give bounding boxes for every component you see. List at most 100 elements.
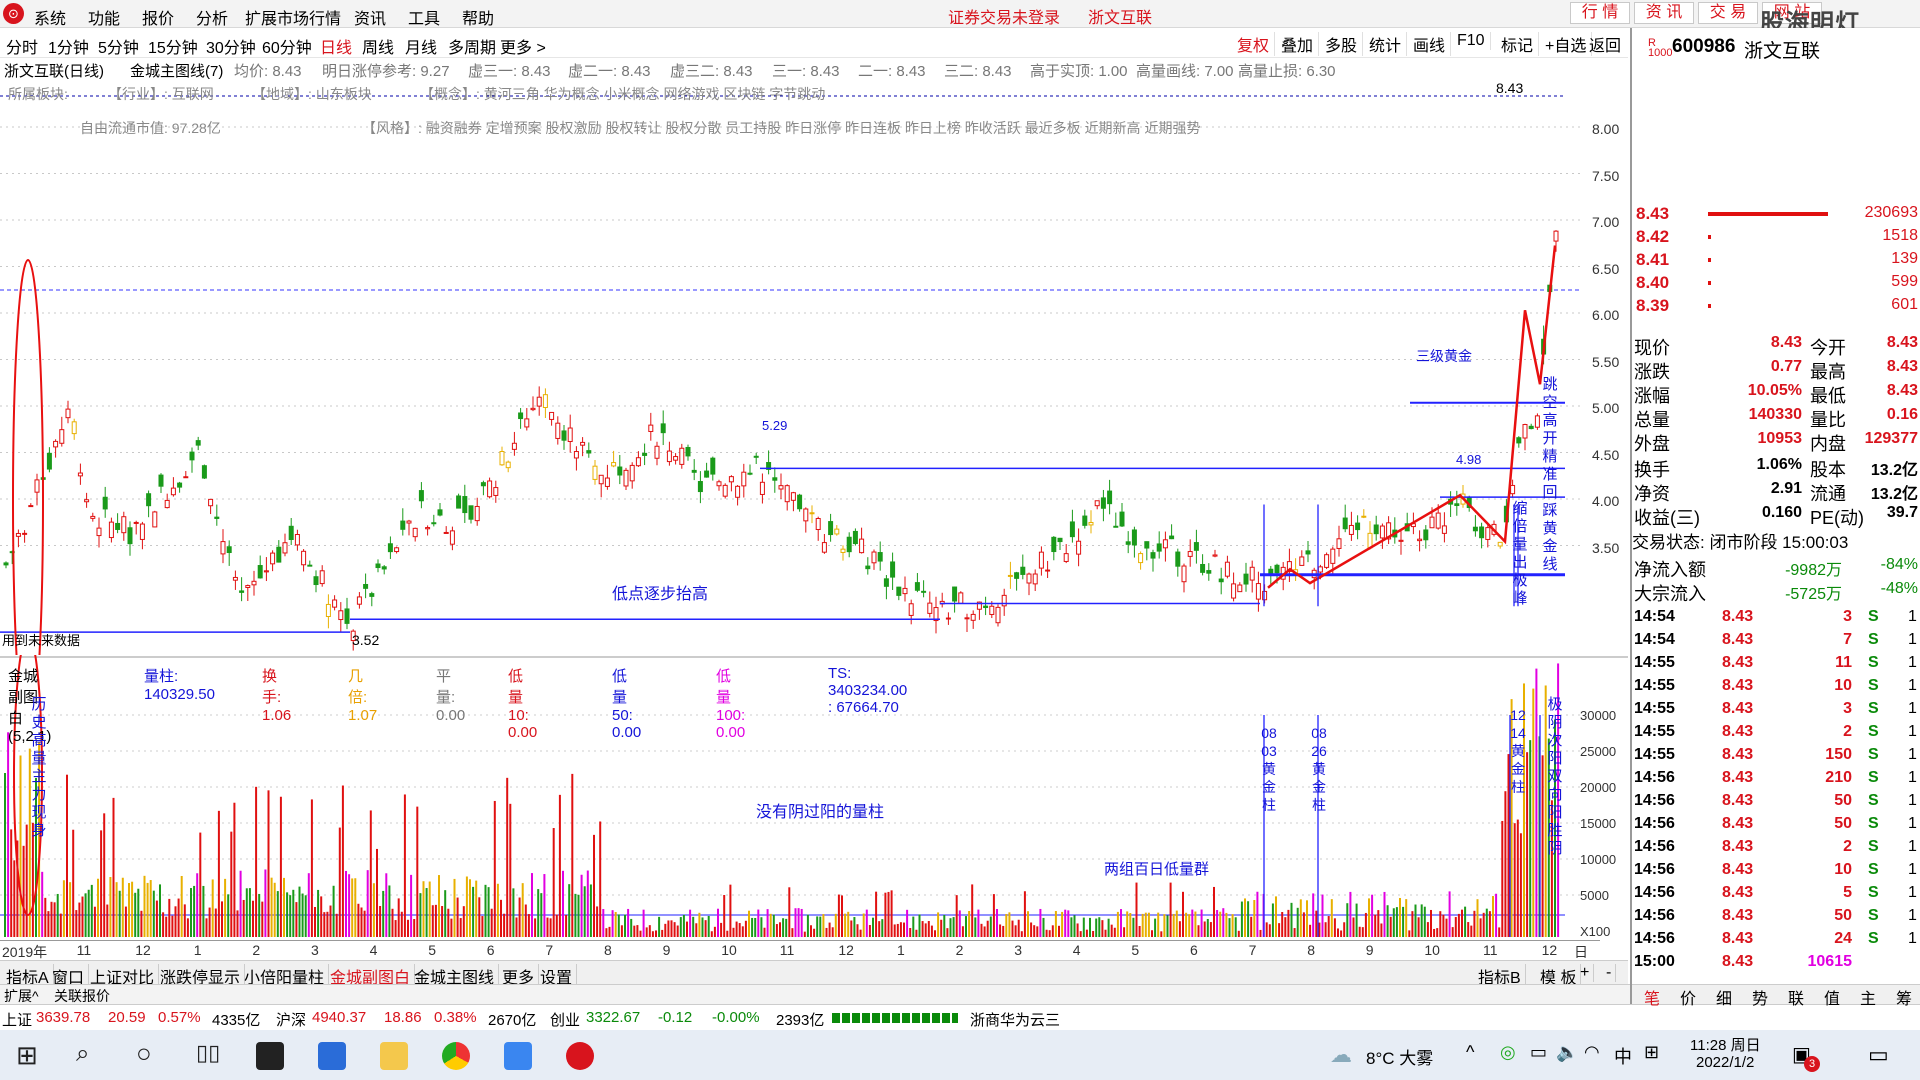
- quote-tab[interactable]: 主: [1860, 985, 1876, 1009]
- period-1min[interactable]: 1分钟: [48, 34, 89, 58]
- toolbar-stats[interactable]: 统计: [1364, 32, 1408, 56]
- candle-body: [214, 516, 220, 519]
- vol-tick: 30000: [1580, 708, 1617, 723]
- quote-tab[interactable]: 价: [1680, 985, 1696, 1009]
- menu-quote[interactable]: 报价: [142, 5, 174, 29]
- indicator-name[interactable]: 金城主图线(7): [130, 60, 223, 81]
- toolbar-f10[interactable]: F10: [1452, 32, 1491, 50]
- period-weekly[interactable]: 周线: [362, 34, 394, 58]
- file-explorer-icon[interactable]: [380, 1042, 408, 1070]
- main-kline-chart[interactable]: [0, 80, 1628, 655]
- menu-tools[interactable]: 工具: [408, 5, 440, 29]
- tick-count: 1: [1908, 884, 1917, 901]
- period-monthly[interactable]: 月线: [405, 34, 437, 58]
- volume-icon[interactable]: 🔈: [1556, 1042, 1578, 1063]
- tray-app-icon[interactable]: ◎: [1500, 1042, 1516, 1063]
- period-60min[interactable]: 60分钟: [262, 34, 312, 58]
- volume-bar: [323, 912, 326, 937]
- task-view-icon[interactable]: ▯▯: [196, 1040, 220, 1066]
- date-tick: 9: [1365, 942, 1374, 958]
- news-button[interactable]: 资 讯: [1634, 2, 1694, 24]
- stock-app-taskbar-icon[interactable]: [566, 1042, 594, 1070]
- candle-body: [1094, 500, 1100, 507]
- volume-bar: [899, 922, 902, 937]
- period-timeshare[interactable]: 分时: [6, 34, 38, 58]
- volume-bar: [524, 904, 527, 937]
- menu-extended[interactable]: 扩展市场行情: [245, 5, 341, 29]
- quote-tab[interactable]: 联: [1788, 985, 1804, 1009]
- volume-bar: [1340, 930, 1343, 937]
- candle-body: [1107, 490, 1113, 505]
- tray-battery-icon[interactable]: ▭: [1530, 1042, 1547, 1063]
- quote-tab[interactable]: 筹: [1896, 985, 1912, 1009]
- period-15min[interactable]: 15分钟: [148, 34, 198, 58]
- volume-bar: [131, 881, 134, 937]
- toolbar-overlay[interactable]: 叠加: [1276, 32, 1320, 56]
- browser-icon[interactable]: [442, 1042, 470, 1070]
- clock-time[interactable]: 11:28 周日: [1690, 1034, 1761, 1055]
- quote-tab[interactable]: 细: [1716, 985, 1732, 1009]
- volume-bar: [372, 883, 375, 937]
- hs-name[interactable]: 沪深: [276, 1009, 306, 1030]
- tray-chevron-icon[interactable]: ^: [1466, 1042, 1474, 1063]
- pinwheel-app-icon[interactable]: [256, 1042, 284, 1070]
- menu-analysis[interactable]: 分析: [196, 5, 228, 29]
- wifi-icon[interactable]: ◠: [1584, 1042, 1600, 1063]
- volume-bar: [22, 845, 25, 937]
- toolbar-draw[interactable]: 画线: [1408, 32, 1452, 56]
- quote-tab[interactable]: 笔: [1644, 985, 1660, 1009]
- menu-help[interactable]: 帮助: [462, 5, 494, 29]
- mail-app-icon[interactable]: [504, 1042, 532, 1070]
- volume-bar: [1228, 918, 1231, 937]
- expand-link[interactable]: 扩展^: [4, 986, 39, 1006]
- candle-body: [239, 590, 245, 593]
- volume-bar: [744, 920, 747, 937]
- weather-text[interactable]: 8°C 大雾: [1366, 1044, 1433, 1069]
- candle-body: [53, 440, 59, 448]
- toolbar-multi[interactable]: 多股: [1320, 32, 1364, 56]
- zoom-in-button[interactable]: +: [1576, 964, 1595, 982]
- menu-system[interactable]: 系统: [34, 5, 66, 29]
- clock-date[interactable]: 2022/1/2: [1696, 1054, 1754, 1071]
- windows-start-icon[interactable]: ⊞: [16, 1040, 38, 1071]
- trade-button[interactable]: 交 易: [1698, 2, 1758, 24]
- quote-tab[interactable]: 值: [1824, 985, 1840, 1009]
- period-daily[interactable]: 日线: [320, 34, 352, 58]
- zoom-out-button[interactable]: -: [1602, 964, 1617, 982]
- related-quote-link[interactable]: 关联报价: [54, 986, 110, 1006]
- date-tick: 8: [604, 942, 612, 958]
- quote-button[interactable]: 行 情: [1570, 2, 1630, 24]
- quote-tab[interactable]: 势: [1752, 985, 1768, 1009]
- app-logo-icon[interactable]: ⊙: [3, 3, 24, 24]
- cortana-icon[interactable]: ○: [136, 1038, 152, 1069]
- ime-indicator[interactable]: 中: [1614, 1043, 1632, 1069]
- candle-body: [1045, 569, 1051, 572]
- search-icon[interactable]: ⌕: [76, 1040, 89, 1068]
- candle-body: [270, 552, 276, 565]
- sector-label: 所属板块:: [8, 86, 68, 102]
- period-multi[interactable]: 多周期: [448, 34, 496, 58]
- menu-function[interactable]: 功能: [88, 5, 120, 29]
- period-more[interactable]: 更多 >: [500, 34, 546, 58]
- period-5min[interactable]: 5分钟: [98, 34, 139, 58]
- volume-bar: [205, 918, 208, 937]
- volume-bar: [1501, 820, 1504, 937]
- action-center-icon[interactable]: ▭: [1868, 1042, 1889, 1068]
- sh-name[interactable]: 上证: [2, 1009, 32, 1030]
- cy-name[interactable]: 创业: [550, 1009, 580, 1030]
- toolbar-back[interactable]: 返回: [1584, 32, 1626, 56]
- stat-value: 10953: [1757, 430, 1803, 447]
- candle-body: [611, 462, 617, 467]
- period-30min[interactable]: 30分钟: [206, 34, 256, 58]
- toolbar-fuquan[interactable]: 复权: [1232, 32, 1276, 56]
- ime-mode-icon[interactable]: ⊞: [1644, 1042, 1659, 1063]
- volume-bar: [255, 786, 258, 937]
- menu-info[interactable]: 资讯: [354, 5, 386, 29]
- volume-bar: [540, 893, 543, 937]
- store-icon[interactable]: [318, 1042, 346, 1070]
- candle-body: [952, 586, 958, 602]
- volume-bar: [1051, 925, 1054, 937]
- toolbar-mark[interactable]: 标记: [1496, 32, 1540, 56]
- volume-bar: [199, 832, 202, 937]
- volume-bar: [264, 869, 267, 937]
